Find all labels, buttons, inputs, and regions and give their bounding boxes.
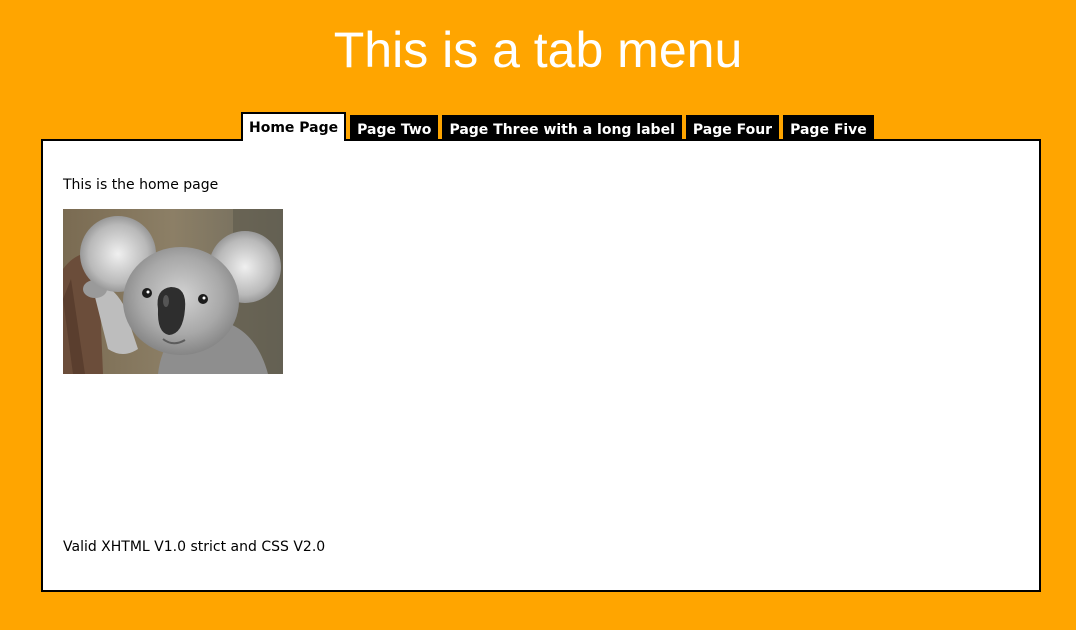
tab-bar: Home Page Page Two Page Three with a lon… bbox=[241, 112, 878, 141]
tab-home-page[interactable]: Home Page bbox=[241, 112, 347, 141]
tab-page-four[interactable]: Page Four bbox=[685, 115, 780, 141]
page-title: This is a tab menu bbox=[333, 22, 743, 78]
validation-footer: Valid XHTML V1.0 strict and CSS V2.0 bbox=[63, 539, 326, 555]
tab-page-five[interactable]: Page Five bbox=[783, 115, 874, 141]
tab-page-two[interactable]: Page Two bbox=[350, 115, 439, 141]
content-panel: This is the home page Valid XHTML V1.0 s… bbox=[41, 139, 1041, 592]
tab-page-three[interactable]: Page Three with a long label bbox=[442, 115, 682, 141]
koala-image bbox=[63, 209, 283, 374]
intro-text: This is the home page bbox=[63, 177, 219, 193]
